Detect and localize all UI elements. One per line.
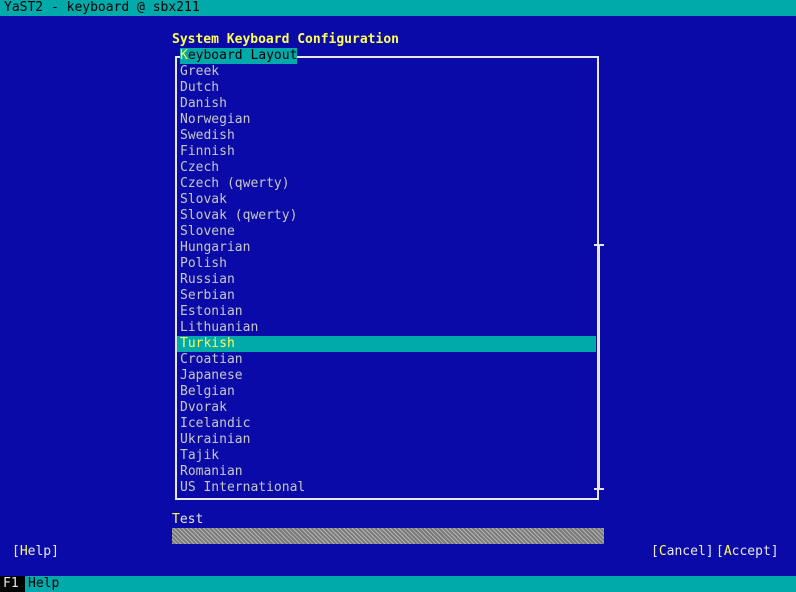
test-label-hotkey: T <box>172 512 180 527</box>
list-item[interactable]: Belgian <box>177 384 597 400</box>
cancel-button-open: [ <box>651 544 659 559</box>
list-item[interactable]: Croatian <box>177 352 597 368</box>
window-title: YaST2 - keyboard @ sbx211 <box>4 0 200 15</box>
cancel-button[interactable]: [Cancel] <box>651 544 714 560</box>
list-item[interactable]: Russian <box>177 272 597 288</box>
keyboard-layout-label: Keyboard Layout <box>180 48 298 64</box>
list-item[interactable]: Danish <box>177 96 597 112</box>
help-button-hotkey: H <box>19 544 28 559</box>
list-item[interactable]: Finnish <box>177 144 597 160</box>
list-item[interactable]: Hungarian <box>177 240 597 256</box>
list-item[interactable]: Slovene <box>177 224 597 240</box>
list-item[interactable]: Dutch <box>177 80 597 96</box>
list-item[interactable]: Romanian <box>177 464 597 480</box>
accept-button-label: ccept] <box>731 544 779 559</box>
test-input[interactable] <box>172 528 604 544</box>
list-item[interactable]: Polish <box>177 256 597 272</box>
function-key-bar: F1 Help <box>0 576 796 592</box>
window-title-bar: YaST2 - keyboard @ sbx211 <box>0 0 796 16</box>
help-button-label: elp] <box>27 544 59 559</box>
f1-key[interactable]: F1 <box>0 576 25 592</box>
list-item-selected[interactable]: Turkish <box>177 336 596 352</box>
list-item[interactable]: Tajik <box>177 448 597 464</box>
list-item[interactable]: Norwegian <box>177 112 597 128</box>
list-item[interactable]: Ukrainian <box>177 432 597 448</box>
list-item[interactable]: Serbian <box>177 288 597 304</box>
list-item[interactable]: Slovak (qwerty) <box>177 208 597 224</box>
keyboard-layout-label-hotkey: K <box>180 48 188 63</box>
scrollbar-thumb[interactable] <box>598 244 600 490</box>
list-item[interactable]: Lithuanian <box>177 320 597 336</box>
cancel-button-hotkey: C <box>658 544 667 559</box>
accept-button-hotkey: A <box>723 544 732 559</box>
help-button[interactable]: [Help] <box>12 544 59 560</box>
test-label-text: est <box>179 512 204 527</box>
list-item[interactable]: Swedish <box>177 128 597 144</box>
list-item[interactable]: Czech <box>177 160 597 176</box>
list-item[interactable]: Estonian <box>177 304 597 320</box>
list-item[interactable]: US International <box>177 480 597 496</box>
list-item[interactable]: Greek <box>177 64 597 80</box>
cancel-button-label: ancel] <box>666 544 714 559</box>
keyboard-layout-label-text: eyboard Layout <box>187 48 298 63</box>
dialog-title: System Keyboard Configuration <box>172 32 399 47</box>
test-label: Test <box>172 512 203 528</box>
accept-button[interactable]: [Accept] <box>716 544 779 560</box>
keyboard-layout-list[interactable]: Greek Dutch Danish Norwegian Swedish Finnish C… <box>177 64 597 496</box>
list-item[interactable]: Slovak <box>177 192 597 208</box>
accept-button-open: [ <box>716 544 724 559</box>
list-scrollbar[interactable] <box>594 244 604 490</box>
list-item[interactable]: Dvorak <box>177 400 597 416</box>
list-item[interactable]: Japanese <box>177 368 597 384</box>
help-button-open: [ <box>12 544 20 559</box>
f1-key-label: Help <box>28 576 60 591</box>
scrollbar-cap-bottom <box>594 488 604 490</box>
list-item[interactable]: Icelandic <box>177 416 597 432</box>
list-item[interactable]: Czech (qwerty) <box>177 176 597 192</box>
